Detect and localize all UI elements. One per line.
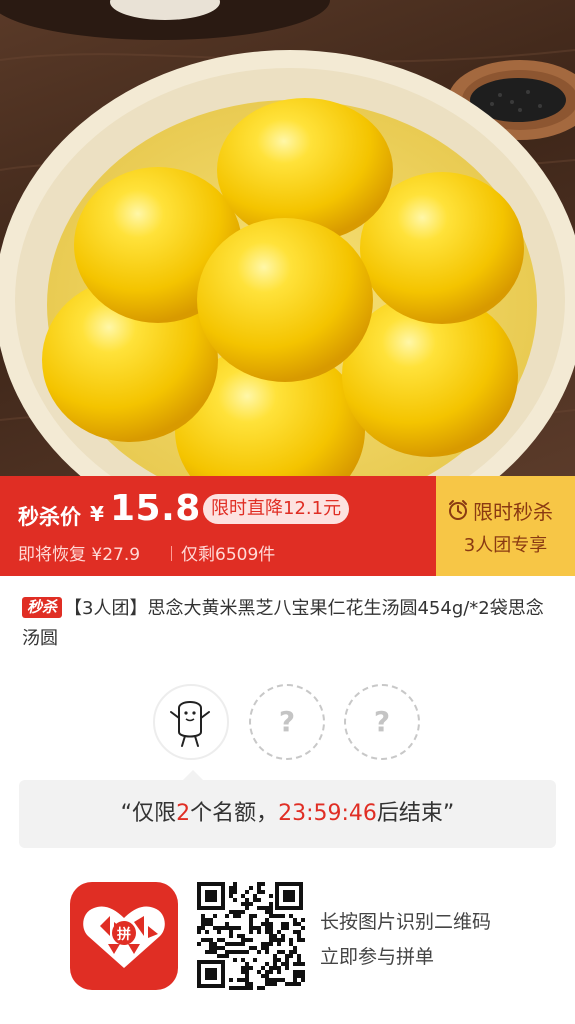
spots-left-count: 2 <box>176 801 191 826</box>
stock-remaining: 仅剩6509件 <box>181 545 276 565</box>
cartoon-avatar-icon <box>170 701 210 747</box>
group-leader-avatar <box>153 684 229 760</box>
timer-panel: 限时秒杀 <box>436 476 575 576</box>
divider <box>171 546 172 561</box>
currency-symbol: ¥ <box>90 502 104 526</box>
scan-hint-line-1: 长按图片识别二维码 <box>320 911 492 933</box>
seckill-price-banner: 秒杀价 ¥ 15.8 限时直降12.1元 即将恢复 ¥27.9 仅剩6509件 … <box>0 476 575 576</box>
restore-price-text: 即将恢复 ¥27.9 <box>18 545 141 565</box>
group-exclusive-tag: 3人团专享 <box>463 535 548 556</box>
scan-hint-line-2: 立即参与拼单 <box>320 946 435 968</box>
countdown-suffix: 后结束” <box>376 801 455 826</box>
seckill-price: 15.8 <box>110 488 201 529</box>
alarm-clock-icon <box>449 500 467 520</box>
product-title-text: 【3人团】思念大黄米黑芝八宝果仁花生汤圆454g/*2袋思念汤圆 <box>22 598 544 649</box>
product-title: 秒杀 【3人团】思念大黄米黑芝八宝果仁花生汤圆454g/*2袋思念汤圆 <box>22 594 557 654</box>
countdown-middle: 个名额， <box>190 801 279 826</box>
countdown-timer: 23:59:46 <box>278 801 377 826</box>
empty-slot-2: ? <box>344 684 420 760</box>
timer-row: 限时秒杀 <box>447 497 553 524</box>
countdown-prefix: “仅限 <box>120 801 177 826</box>
qr-code-icon <box>195 880 305 990</box>
question-mark-icon: ? <box>278 705 296 738</box>
svg-text:拼: 拼 <box>117 926 131 943</box>
pinduoduo-logo-icon: 拼 <box>70 882 178 990</box>
discount-badge: 限时直降12.1元 <box>203 494 350 524</box>
bubble-pointer <box>183 770 203 780</box>
countdown-box: “仅限2个名额，23:59:46后结束” <box>19 780 556 848</box>
seckill-price-label: 秒杀价 <box>18 505 81 529</box>
product-photo <box>0 0 575 476</box>
seckill-tag: 秒杀 <box>22 597 63 618</box>
price-panel: 秒杀价 ¥ 15.8 限时直降12.1元 即将恢复 ¥27.9 仅剩6509件 <box>0 476 436 576</box>
empty-slot-1: ? <box>249 684 325 760</box>
question-mark-icon: ? <box>373 705 391 738</box>
timer-title: 限时秒杀 <box>473 499 553 524</box>
tangyuan-bowl-image <box>0 0 575 476</box>
